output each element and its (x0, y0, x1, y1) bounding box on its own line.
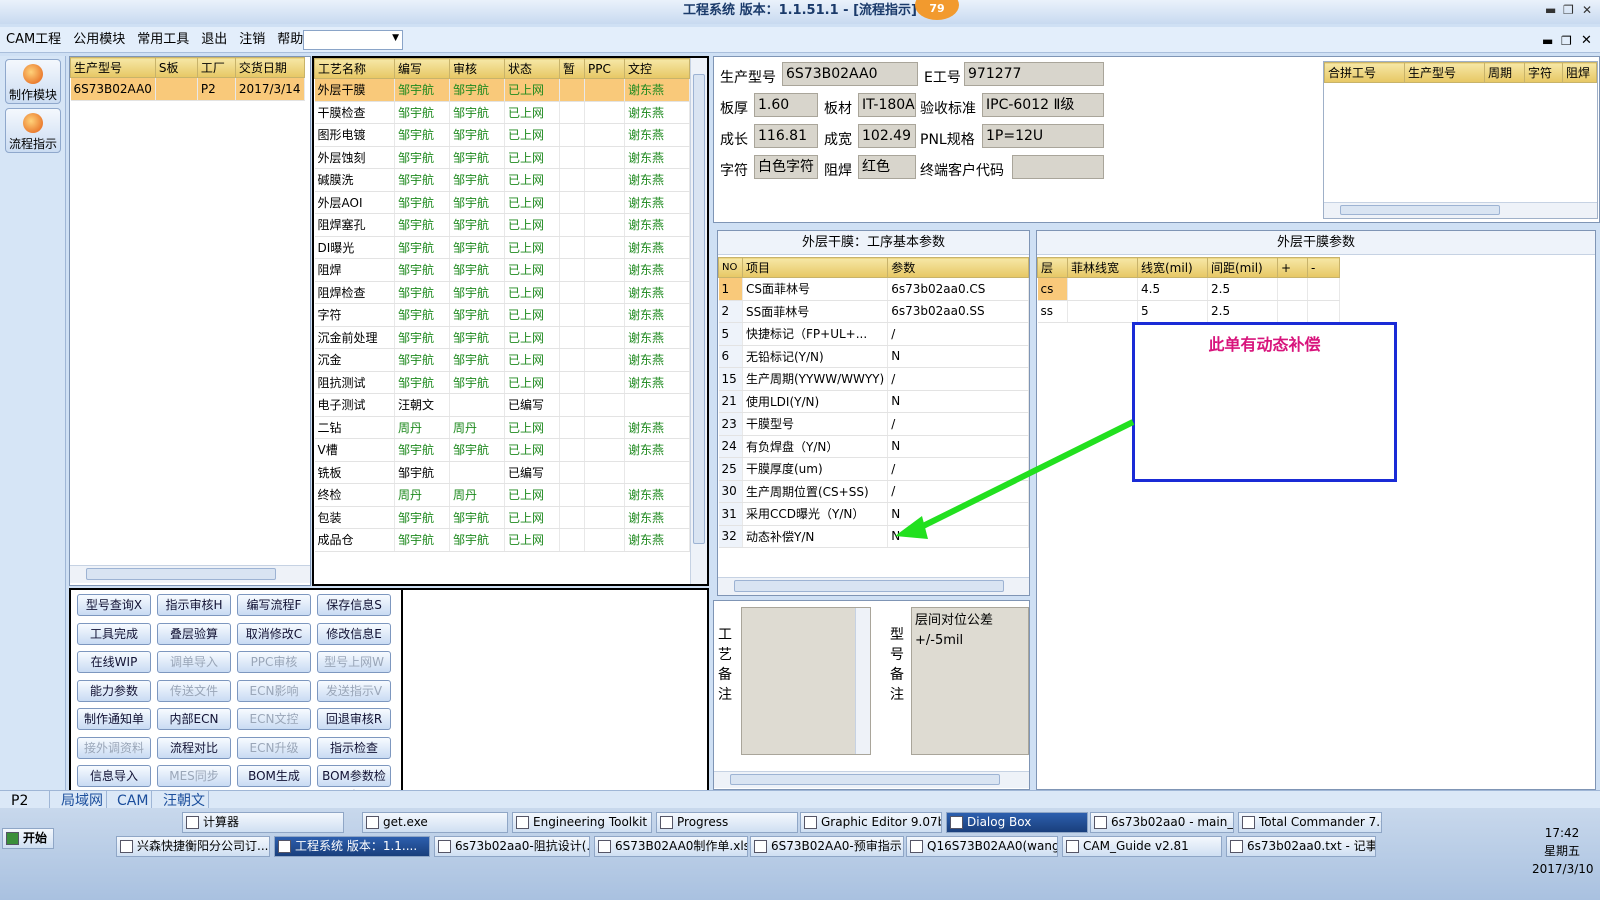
taskbar-button[interactable]: 兴森快捷衡阳分公司订... (116, 836, 270, 857)
taskbar-button[interactable]: Dialog Box (946, 812, 1088, 833)
process-remark-field[interactable] (741, 607, 871, 755)
remarks-hscrollbar[interactable] (714, 771, 1029, 788)
status-bar: P2 局域网 CAM 汪朝文 (0, 790, 1600, 811)
windows-icon (6, 832, 19, 845)
app-icon (660, 816, 673, 829)
taskbar-button[interactable]: 6S73B02AA0制作单.xls ... (594, 836, 748, 857)
taskbar-button[interactable]: CAM_Guide v2.81 (1062, 836, 1222, 857)
app-icon (438, 840, 451, 853)
taskbar-button[interactable]: get.exe (362, 812, 508, 833)
taskbar-button[interactable]: Engineering Toolkit 9.... (512, 812, 652, 833)
app-icon (1094, 816, 1107, 829)
app-icon (804, 816, 817, 829)
app-icon (366, 816, 379, 829)
taskbar-button[interactable]: 6S73B02AA0-预审指示... (750, 836, 904, 857)
app-icon (1066, 840, 1079, 853)
remarks-panel: 工艺备注 型号备注 层间对位公差+/-5mil (713, 600, 1030, 790)
taskbar-button[interactable]: Q16S73B02AA0(wangyy... (906, 836, 1058, 857)
app-icon (1242, 816, 1255, 829)
clock[interactable]: 17:42 星期五 2017/3/10 (1532, 824, 1594, 878)
app-icon (598, 840, 611, 853)
start-button[interactable]: 开始 (2, 828, 54, 849)
app-icon (516, 816, 529, 829)
taskbar-button[interactable]: 6s73b02aa0-阻抗设计(... (434, 836, 590, 857)
app-icon (1230, 840, 1243, 853)
model-remark-field[interactable]: 层间对位公差+/-5mil (911, 607, 1029, 755)
taskbar-button[interactable]: Graphic Editor 9.07b2 ... (800, 812, 942, 833)
taskbar-button[interactable]: Total Commander 7.0 ... (1238, 812, 1382, 833)
taskbar-button[interactable]: 6s73b02aa0.txt - 记事本 (1226, 836, 1376, 857)
taskbar: 开始 17:42 星期五 2017/3/10 计算器 get.exe Enginee… (0, 808, 1600, 900)
app-icon (120, 840, 133, 853)
app-icon (186, 816, 199, 829)
model-remark-label: 型号备注 (890, 627, 904, 703)
app-icon (910, 840, 923, 853)
app-icon (950, 816, 963, 829)
taskbar-button[interactable]: 计算器 (182, 812, 344, 833)
scroll-thumb[interactable] (730, 774, 1000, 785)
app-icon (754, 840, 767, 853)
taskbar-button[interactable]: Progress (656, 812, 798, 833)
app-icon (278, 840, 291, 853)
remark-vscrollbar[interactable] (855, 608, 870, 754)
taskbar-button[interactable]: 工程系统 版本：1.1.... (274, 836, 430, 857)
process-remark-label: 工艺备注 (718, 627, 732, 703)
taskbar-button[interactable]: 6s73b02aa0 - main_qa (1090, 812, 1234, 833)
